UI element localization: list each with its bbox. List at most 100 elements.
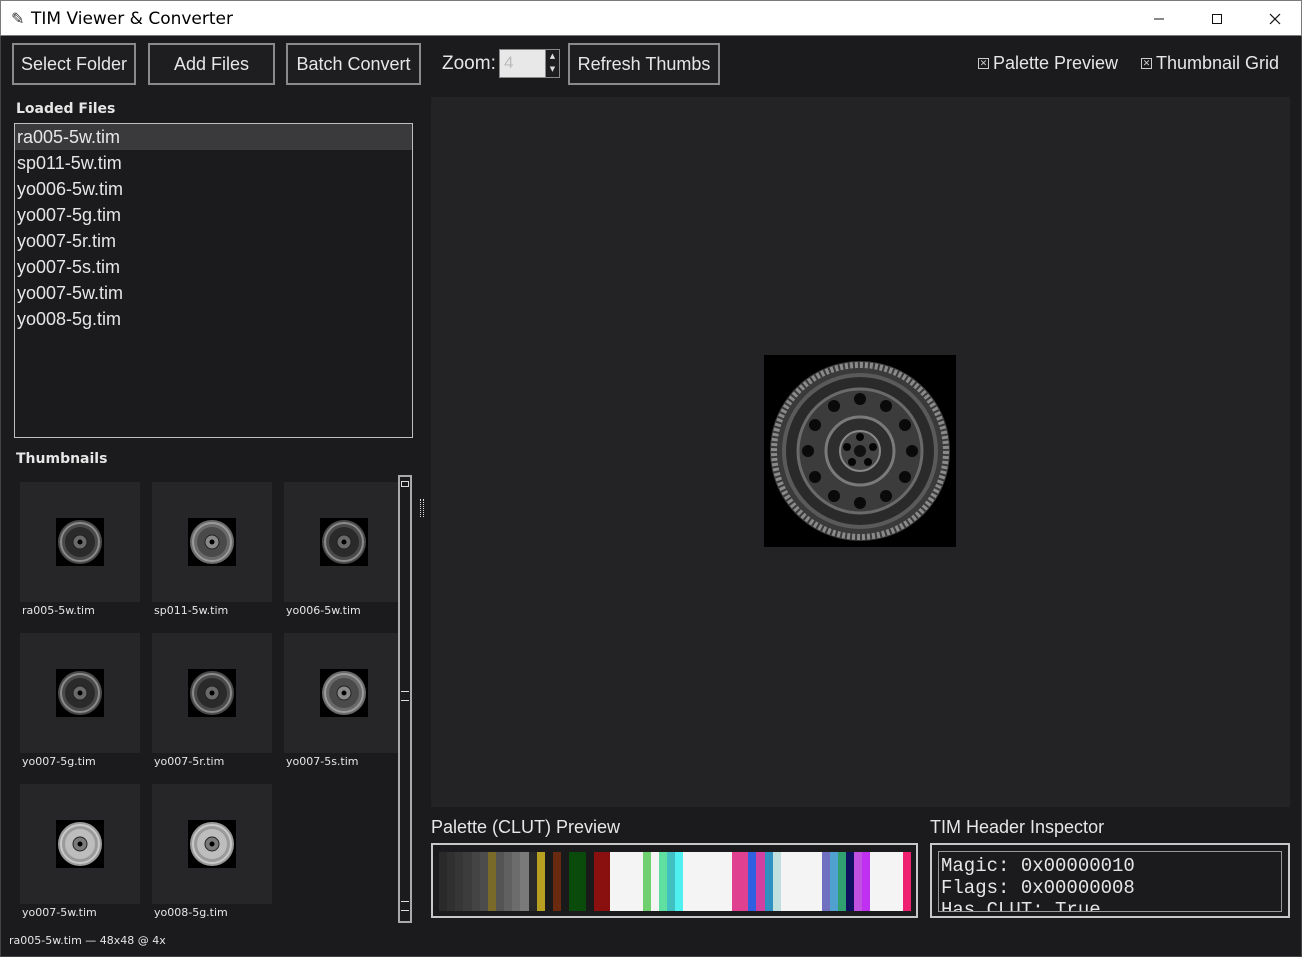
feather-icon: ✎	[11, 9, 25, 28]
file-list-item[interactable]: ra005-5w.tim	[15, 124, 412, 150]
palette-strip	[439, 852, 912, 911]
palette-swatch	[455, 852, 464, 911]
thumbnail-item[interactable]: yo007-5r.tim	[152, 633, 272, 768]
palette-swatch	[577, 852, 586, 911]
header-inspector-text[interactable]: Magic: 0x00000010 Flags: 0x00000008 Has CL…	[938, 851, 1282, 912]
select-folder-button[interactable]: Select Folder	[12, 43, 136, 85]
scrollbar-arrow-down[interactable]	[401, 901, 409, 911]
batch-convert-button[interactable]: Batch Convert	[286, 43, 421, 85]
palette-swatch	[862, 852, 871, 911]
palette-swatch	[536, 852, 545, 911]
thumbnail-item[interactable]: yo007-5s.tim	[284, 633, 399, 768]
palette-swatch	[707, 852, 716, 911]
palette-swatch	[471, 852, 480, 911]
minimize-button[interactable]	[1130, 1, 1188, 37]
loaded-files-list[interactable]: ra005-5w.tim sp011-5w.tim yo006-5w.tim yo00…	[14, 123, 413, 438]
window-title: TIM Viewer & Converter	[31, 9, 233, 29]
palette-preview-checkbox[interactable]: ✕ Palette Preview	[978, 53, 1118, 74]
file-list-item[interactable]: yo006-5w.tim	[15, 176, 412, 202]
thumbnail-name: yo007-5r.tim	[154, 755, 225, 768]
pane-sash-handle[interactable]	[420, 499, 424, 517]
palette-swatch	[756, 852, 765, 911]
file-list-item[interactable]: yo008-5g.tim	[15, 306, 412, 332]
zoom-value[interactable]: 4	[504, 53, 513, 73]
palette-swatch	[903, 852, 912, 911]
palette-swatch	[618, 852, 627, 911]
inspector-line: Magic: 0x00000010	[941, 855, 1135, 877]
thumbnail-name: ra005-5w.tim	[22, 604, 95, 617]
file-list-item[interactable]: sp011-5w.tim	[15, 150, 412, 176]
palette-swatch	[642, 852, 651, 911]
checkbox-checked-icon[interactable]: ✕	[1141, 58, 1152, 69]
spin-up-icon[interactable]: ▲	[546, 50, 559, 63]
palette-swatch	[593, 852, 602, 911]
wheel-thumbnail-icon	[56, 669, 104, 717]
thumbnail-image[interactable]	[284, 482, 399, 602]
inspector-line: Has CLUT: True	[941, 899, 1101, 912]
status-bar: ra005-5w.tim — 48x48 @ 4x	[9, 934, 166, 947]
palette-swatch	[463, 852, 472, 911]
palette-swatch	[854, 852, 863, 911]
thumbnail-image[interactable]	[152, 482, 272, 602]
palette-swatch	[846, 852, 855, 911]
file-list-item[interactable]: yo007-5w.tim	[15, 280, 412, 306]
thumbnail-image[interactable]	[20, 482, 140, 602]
thumbnail-grid-checkbox[interactable]: ✕ Thumbnail Grid	[1141, 53, 1279, 74]
header-inspector: Magic: 0x00000010 Flags: 0x00000008 Has CL…	[930, 843, 1290, 918]
thumbnail-item[interactable]: ra005-5w.tim	[20, 482, 140, 617]
palette-preview	[431, 843, 918, 918]
inspector-line: Flags: 0x00000008	[941, 877, 1135, 899]
tim-image-preview	[764, 355, 956, 547]
thumbnail-name: yo008-5g.tim	[154, 906, 228, 919]
spin-down-icon[interactable]: ▼	[546, 63, 559, 76]
palette-swatch	[740, 852, 749, 911]
thumbnail-item[interactable]: yo007-5w.tim	[20, 784, 140, 919]
palette-swatch	[829, 852, 838, 911]
thumbnail-name: yo006-5w.tim	[286, 604, 361, 617]
thumbnail-item[interactable]: yo008-5g.tim	[152, 784, 272, 919]
wheel-thumbnail-icon	[188, 820, 236, 868]
zoom-spinbox[interactable]: 4 ▲ ▼	[499, 49, 560, 78]
thumbnail-grid: ra005-5w.tim sp011-5w.tim yo006-5w.tim yo00…	[14, 476, 399, 922]
scrollbar-thumb[interactable]	[401, 691, 409, 701]
thumbnail-item[interactable]: yo006-5w.tim	[284, 482, 399, 617]
wheel-thumbnail-icon	[188, 669, 236, 717]
image-canvas[interactable]	[431, 97, 1290, 807]
palette-swatch	[789, 852, 798, 911]
palette-swatch	[561, 852, 570, 911]
refresh-thumbs-button[interactable]: Refresh Thumbs	[568, 43, 720, 85]
palette-swatch	[552, 852, 562, 911]
palette-swatch	[748, 852, 757, 911]
thumbnail-item[interactable]: yo007-5g.tim	[20, 633, 140, 768]
thumbnail-image[interactable]	[284, 633, 399, 753]
palette-swatch	[504, 852, 513, 911]
thumbnail-item[interactable]: sp011-5w.tim	[152, 482, 272, 617]
wheel-thumbnail-icon	[188, 518, 236, 566]
thumbnail-image[interactable]	[152, 784, 272, 904]
file-list-item[interactable]: yo007-5r.tim	[15, 228, 412, 254]
palette-swatch	[837, 852, 847, 911]
thumbnail-name: yo007-5w.tim	[22, 906, 97, 919]
thumbnail-image[interactable]	[20, 633, 140, 753]
file-list-item[interactable]: yo007-5s.tim	[15, 254, 412, 280]
palette-swatch	[666, 852, 676, 911]
palette-swatch	[569, 852, 578, 911]
thumbnail-image[interactable]	[20, 784, 140, 904]
thumbnail-scrollbar[interactable]	[398, 475, 412, 923]
palette-swatch	[732, 852, 741, 911]
maximize-button[interactable]	[1188, 1, 1246, 37]
zoom-spin-arrows[interactable]: ▲ ▼	[545, 50, 559, 77]
thumbnail-image[interactable]	[152, 633, 272, 753]
file-list-item[interactable]: yo007-5g.tim	[15, 202, 412, 228]
add-files-button[interactable]: Add Files	[148, 43, 275, 85]
palette-swatch	[609, 852, 619, 911]
palette-swatch	[447, 852, 456, 911]
palette-swatch	[626, 852, 635, 911]
palette-swatch	[878, 852, 887, 911]
palette-label: Palette (CLUT) Preview	[431, 817, 621, 837]
palette-swatch	[780, 852, 790, 911]
wheel-thumbnail-icon	[56, 820, 104, 868]
close-button[interactable]	[1246, 1, 1302, 37]
scrollbar-arrow-up[interactable]	[401, 481, 409, 487]
checkbox-checked-icon[interactable]: ✕	[978, 58, 989, 69]
